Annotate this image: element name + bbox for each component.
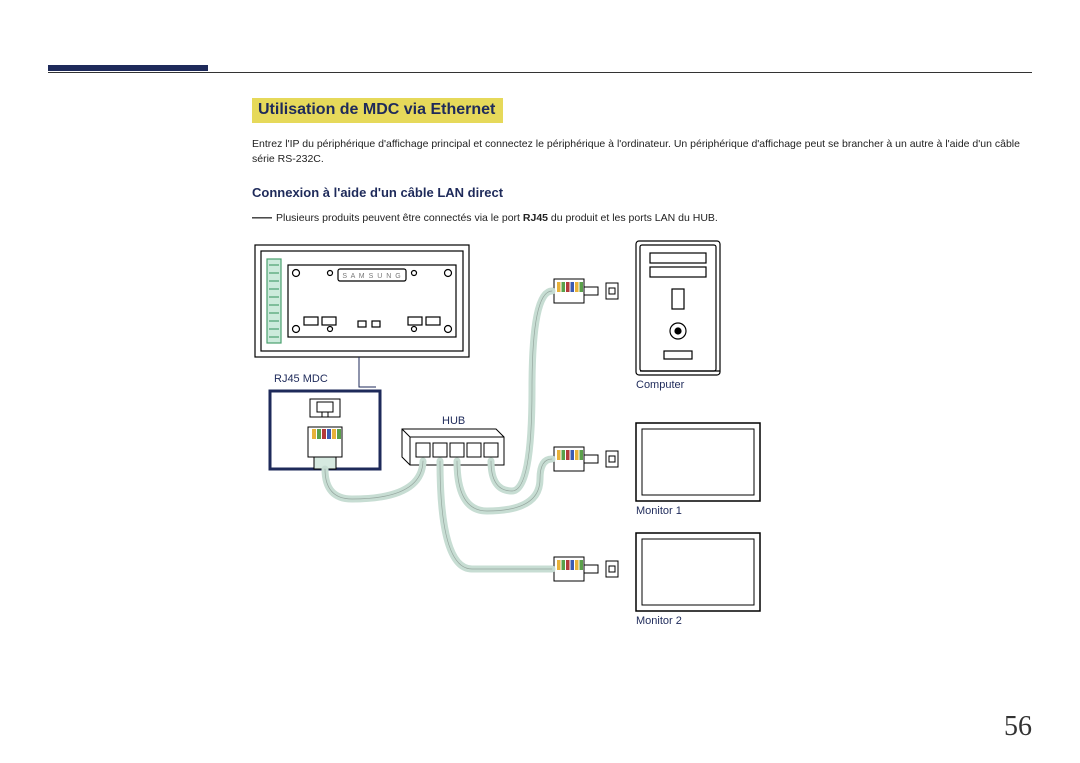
header-rule [48,72,1032,73]
subsection-title: Connexion à l'aide d'un câble LAN direct [252,185,1020,200]
label-monitor1: Monitor 1 [636,505,682,517]
label-monitor2: Monitor 2 [636,615,682,627]
svg-text:S A M S U N G: S A M S U N G [342,273,401,280]
note-line: ― Plusieurs produits peuvent être connect… [252,206,1020,229]
label-rj45: RJ45 MDC [274,373,328,385]
intro-paragraph: Entrez l'IP du périphérique d'affichage … [252,137,1020,167]
label-hub: HUB [442,415,465,427]
label-computer: Computer [636,379,684,391]
note-bold: RJ45 [523,212,548,224]
header-accent-bar [48,65,208,71]
page: Utilisation de MDC via Ethernet Entrez l… [0,0,1080,763]
note-suffix: du produit et les ports LAN du HUB. [548,212,718,224]
connection-diagram: S A M S U N G [252,239,1022,679]
content-area: Utilisation de MDC via Ethernet Entrez l… [252,98,1020,679]
diagram-svg: S A M S U N G [252,239,1022,679]
page-number: 56 [1004,711,1032,743]
dash-icon: ― [252,206,272,228]
section-title: Utilisation de MDC via Ethernet [252,98,503,123]
note-prefix: Plusieurs produits peuvent être connecté… [276,212,523,224]
